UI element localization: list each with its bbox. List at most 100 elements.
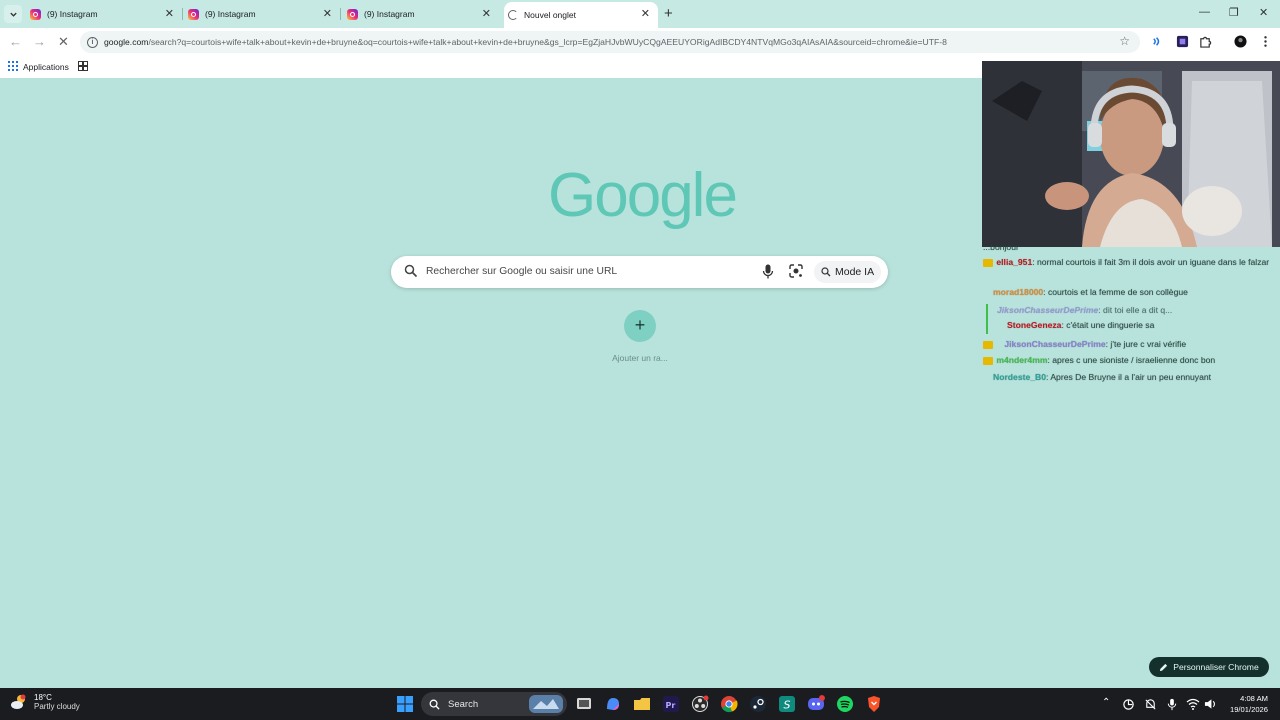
file-explorer-icon[interactable] xyxy=(633,695,651,713)
forward-arrow-icon[interactable]: → xyxy=(33,34,46,49)
taskbar-search-label: Search xyxy=(448,698,479,710)
address-url[interactable]: google.com/search?q=courtois+wife+talk+a… xyxy=(104,37,1104,47)
chat-text: : c'était une dinguerie sa xyxy=(1061,320,1155,330)
subscriber-badge-icon xyxy=(983,356,993,365)
restore-icon[interactable]: ❐ xyxy=(1229,6,1239,19)
svg-text:S: S xyxy=(784,699,791,712)
back-arrow-icon[interactable]: ← xyxy=(9,34,22,49)
stop-loading-icon[interactable]: ✕ xyxy=(58,34,69,50)
search-icon xyxy=(404,264,418,278)
close-icon[interactable]: ✕ xyxy=(165,7,174,20)
customize-label: Personnaliser Chrome xyxy=(1173,662,1259,672)
microphone-tray-icon[interactable] xyxy=(1166,698,1178,711)
browser-toolbar: ← → ✕ i google.com/search?q=courtois+wif… xyxy=(0,28,1280,56)
windows-taskbar: 18°C Partly cloudy Search Pr S ⌃ 4:08 AM… xyxy=(0,688,1280,720)
weather-temp: 18°C xyxy=(34,693,52,702)
more-menu-icon[interactable] xyxy=(1259,35,1272,48)
chat-text: : apres c une sioniste / israelienne don… xyxy=(1047,355,1216,365)
wifi-icon[interactable] xyxy=(1186,698,1200,710)
chat-reply-bar xyxy=(986,304,988,334)
search-box[interactable]: Rechercher sur Google ou saisir une URL … xyxy=(391,256,888,288)
bookmark-applications[interactable]: Applications xyxy=(23,62,69,72)
ai-mode-button[interactable]: Mode IA xyxy=(814,261,882,283)
tray-app-icon[interactable] xyxy=(1122,698,1135,711)
tab-strip: (9) Instagram ✕ (9) Instagram ✕ (9) Inst… xyxy=(0,0,1280,28)
tab-title: (9) Instagram xyxy=(205,9,256,19)
tab-instagram-3[interactable]: (9) Instagram ✕ xyxy=(343,2,499,26)
search-input[interactable]: Rechercher sur Google ou saisir une URL xyxy=(426,266,617,277)
webcam-feed-image xyxy=(982,61,1280,247)
search-highlight-icon xyxy=(529,695,563,713)
notifications-off-icon[interactable] xyxy=(1144,698,1157,711)
chat-message: m4nder4mm: apres c une sioniste / israel… xyxy=(983,354,1280,367)
url-path: /search?q=courtois+wife+talk+about+kevin… xyxy=(148,37,947,47)
brave-icon[interactable] xyxy=(865,695,883,713)
customize-chrome-button[interactable]: Personnaliser Chrome xyxy=(1149,657,1269,677)
extension-app-icon[interactable] xyxy=(1176,35,1189,48)
microphone-icon[interactable] xyxy=(762,264,774,279)
ai-search-icon xyxy=(821,267,831,277)
tab-search-button[interactable] xyxy=(4,5,22,23)
close-icon[interactable]: ✕ xyxy=(482,7,491,20)
instagram-icon xyxy=(347,8,358,20)
obs-icon[interactable] xyxy=(691,695,709,713)
bookmark-star-icon[interactable]: ☆ xyxy=(1119,34,1130,48)
webcam-overlay xyxy=(982,61,1280,247)
chat-message: ...bonjour xyxy=(983,241,1280,254)
chevron-up-icon[interactable]: ⌃ xyxy=(1102,697,1110,708)
copilot-icon[interactable] xyxy=(604,695,622,713)
google-lens-icon[interactable] xyxy=(789,264,803,278)
minimize-icon[interactable]: — xyxy=(1199,6,1210,18)
spotify-icon[interactable] xyxy=(836,695,854,713)
chat-username: Nordeste_B0 xyxy=(993,372,1047,382)
apps-grid-icon xyxy=(8,61,18,71)
address-bar[interactable]: i google.com/search?q=courtois+wife+talk… xyxy=(80,31,1140,53)
subscriber-badge-icon xyxy=(983,258,993,267)
chat-text: : courtois et la femme de son collègue xyxy=(1043,287,1188,297)
close-icon[interactable]: ✕ xyxy=(323,7,332,20)
volume-icon[interactable] xyxy=(1204,698,1217,710)
taskbar-clock[interactable]: 4:08 AM 19/01/2026 xyxy=(1222,693,1268,715)
window-close-icon[interactable]: ✕ xyxy=(1259,6,1268,19)
instagram-icon xyxy=(30,8,41,20)
tab-groups-icon[interactable] xyxy=(78,61,88,71)
profile-avatar-icon[interactable] xyxy=(1234,35,1247,48)
chat-message: Nordeste_B0: Apres De Bruyne il a l'air … xyxy=(983,371,1280,384)
google-logo: Google xyxy=(548,161,738,230)
weather-widget[interactable]: 18°C Partly cloudy xyxy=(10,693,80,711)
steam-icon[interactable] xyxy=(749,695,767,713)
tab-title: Nouvel onglet xyxy=(524,10,576,20)
tab-instagram-1[interactable]: (9) Instagram ✕ xyxy=(26,2,183,26)
task-view-icon[interactable] xyxy=(575,695,593,713)
taskbar-search[interactable]: Search xyxy=(421,692,567,716)
chat-message: morad18000: courtois et la femme de son … xyxy=(983,286,1280,299)
pencil-icon xyxy=(1160,663,1168,671)
add-shortcut-button[interactable]: + xyxy=(624,310,656,342)
chat-username: StoneGeneza xyxy=(1007,320,1062,330)
premiere-pro-icon[interactable]: Pr xyxy=(662,695,680,713)
windows-start-icon[interactable] xyxy=(396,695,414,713)
tab-title: (9) Instagram xyxy=(364,9,415,19)
app-s-icon[interactable]: S xyxy=(778,695,796,713)
chat-username: morad18000 xyxy=(993,287,1044,297)
tab-separator xyxy=(340,8,341,20)
discord-icon[interactable] xyxy=(807,695,825,713)
loading-spinner-icon xyxy=(508,10,518,20)
extension-wave-icon[interactable] xyxy=(1151,35,1164,48)
search-icon xyxy=(429,699,440,710)
chat-message: ellia_951: normal courtois il fait 3m il… xyxy=(983,256,1280,269)
chat-text: : dit toi elle a dit q... xyxy=(1098,305,1173,315)
clock-date: 19/01/2026 xyxy=(1229,705,1268,714)
svg-text:Pr: Pr xyxy=(666,701,676,710)
close-icon[interactable]: ✕ xyxy=(641,7,650,20)
new-tab-button[interactable]: + xyxy=(664,5,673,22)
extensions-puzzle-icon[interactable] xyxy=(1199,35,1212,48)
tab-new-tab[interactable]: Nouvel onglet ✕ xyxy=(504,2,658,28)
chrome-icon[interactable] xyxy=(720,695,738,713)
site-info-icon[interactable]: i xyxy=(87,36,98,48)
weather-condition: Partly cloudy xyxy=(34,702,80,711)
tab-title: (9) Instagram xyxy=(47,9,98,19)
chat-username: m4nder4mm xyxy=(996,355,1048,365)
partly-cloudy-icon xyxy=(11,694,26,709)
tab-instagram-2[interactable]: (9) Instagram ✕ xyxy=(184,2,341,26)
